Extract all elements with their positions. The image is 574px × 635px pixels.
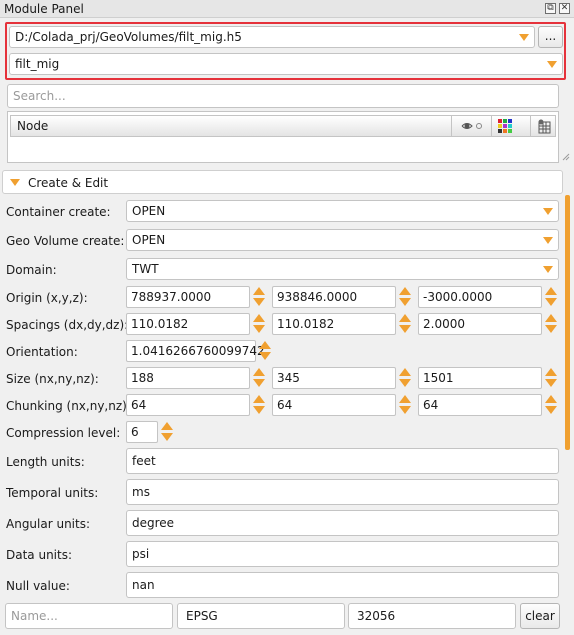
search-placeholder: Search... — [13, 89, 66, 103]
size-ny-input[interactable]: 345 — [272, 367, 396, 389]
crs-code-input[interactable]: 32056 — [348, 603, 516, 629]
origin-y-stepper[interactable] — [399, 286, 411, 308]
size-ny-stepper[interactable] — [399, 367, 411, 389]
resize-grip-icon[interactable] — [562, 150, 570, 161]
container-create-label: Container create: — [6, 205, 111, 219]
search-input[interactable]: Search... — [7, 84, 559, 108]
chevron-down-icon — [547, 61, 557, 68]
dataset-combo[interactable]: filt_mig — [9, 53, 563, 75]
domain-value: TWT — [132, 262, 159, 276]
close-icon[interactable]: ✕ — [559, 3, 570, 14]
color-grid-icon[interactable] — [498, 119, 512, 133]
size-nz-stepper[interactable] — [545, 367, 557, 389]
chunking-label: Chunking (nx,ny,nz): — [6, 399, 131, 413]
section-title: Create & Edit — [28, 176, 109, 190]
angular-units-input[interactable]: degree — [126, 510, 559, 536]
size-label: Size (nx,ny,nz): — [6, 372, 99, 386]
geovolume-create-value: OPEN — [132, 233, 166, 247]
length-units-label: Length units: — [6, 455, 85, 469]
scrollbar-thumb[interactable] — [565, 195, 570, 450]
orientation-label: Orientation: — [6, 345, 78, 359]
grid-settings-icon[interactable] — [537, 119, 553, 134]
data-units-label: Data units: — [6, 548, 73, 562]
chevron-down-icon — [543, 208, 553, 215]
null-value-input[interactable]: nan — [126, 572, 559, 598]
crs-name-placeholder: Name... — [11, 609, 58, 623]
chevron-down-icon — [10, 179, 20, 186]
chevron-down-icon — [543, 237, 553, 244]
temporal-units-label: Temporal units: — [6, 486, 99, 500]
container-create-value: OPEN — [132, 204, 166, 218]
geovolume-create-label: Geo Volume create: — [6, 234, 125, 248]
spacing-dz-stepper[interactable] — [545, 313, 557, 335]
size-nx-input[interactable]: 188 — [126, 367, 250, 389]
spacing-dy-stepper[interactable] — [399, 313, 411, 335]
clear-button[interactable]: clear — [520, 603, 560, 629]
origin-label: Origin (x,y,z): — [6, 291, 88, 305]
spacing-dy-input[interactable]: 110.0182 — [272, 313, 396, 335]
size-nz-input[interactable]: 1501 — [418, 367, 542, 389]
domain-combo[interactable]: TWT — [126, 258, 559, 280]
file-path-value: D:/Colada_prj/GeoVolumes/filt_mig.h5 — [15, 30, 242, 44]
panel-titlebar: Module Panel ⧉ ✕ — [0, 0, 574, 18]
geovolume-create-combo[interactable]: OPEN — [126, 229, 559, 251]
angular-units-label: Angular units: — [6, 517, 91, 531]
origin-z-input[interactable]: -3000.0000 — [418, 286, 542, 308]
spacing-dz-input[interactable]: 2.0000 — [418, 313, 542, 335]
domain-label: Domain: — [6, 263, 57, 277]
chunking-nz-stepper[interactable] — [545, 394, 557, 416]
data-units-input[interactable]: psi — [126, 541, 559, 567]
spacings-label: Spacings (dx,dy,dz): — [6, 318, 129, 332]
compression-label: Compression level: — [6, 426, 121, 440]
size-nx-stepper[interactable] — [253, 367, 265, 389]
float-icon[interactable]: ⧉ — [545, 3, 556, 14]
divider — [530, 116, 531, 136]
chevron-down-icon — [543, 266, 553, 273]
spacing-dx-stepper[interactable] — [253, 313, 265, 335]
length-units-input[interactable]: feet — [126, 448, 559, 474]
dataset-value: filt_mig — [15, 57, 60, 71]
origin-z-stepper[interactable] — [545, 286, 557, 308]
orientation-stepper[interactable] — [259, 340, 271, 362]
compression-stepper[interactable] — [161, 421, 173, 443]
section-create-edit[interactable]: Create & Edit — [2, 170, 563, 194]
tree-header: Node — [10, 115, 556, 137]
chunking-nx-input[interactable]: 64 — [126, 394, 250, 416]
browse-button[interactable]: ... — [538, 26, 563, 48]
spacing-dx-input[interactable]: 110.0182 — [126, 313, 250, 335]
crs-name-input[interactable]: Name... — [5, 603, 173, 629]
chunking-nz-input[interactable]: 64 — [418, 394, 542, 416]
null-value-label: Null value: — [6, 579, 70, 593]
chevron-down-icon — [519, 34, 529, 41]
chunking-ny-input[interactable]: 64 — [272, 394, 396, 416]
temporal-units-input[interactable]: ms — [126, 479, 559, 505]
tree-column-node[interactable]: Node — [17, 119, 48, 133]
divider — [491, 116, 492, 136]
panel-title: Module Panel — [4, 2, 84, 16]
origin-x-stepper[interactable] — [253, 286, 265, 308]
origin-y-input[interactable]: 938846.0000 — [272, 286, 396, 308]
crs-authority-input[interactable]: EPSG — [177, 603, 345, 629]
chunking-nx-stepper[interactable] — [253, 394, 265, 416]
file-path-combo[interactable]: D:/Colada_prj/GeoVolumes/filt_mig.h5 — [9, 26, 535, 48]
origin-x-input[interactable]: 788937.0000 — [126, 286, 250, 308]
chunking-ny-stepper[interactable] — [399, 394, 411, 416]
container-create-combo[interactable]: OPEN — [126, 200, 559, 222]
node-tree[interactable]: Node — [7, 111, 559, 163]
orientation-input[interactable]: 1.0416266760099742 — [126, 340, 265, 362]
compression-input[interactable]: 6 — [126, 421, 158, 443]
visibility-icon[interactable] — [459, 118, 487, 134]
divider — [451, 116, 452, 136]
